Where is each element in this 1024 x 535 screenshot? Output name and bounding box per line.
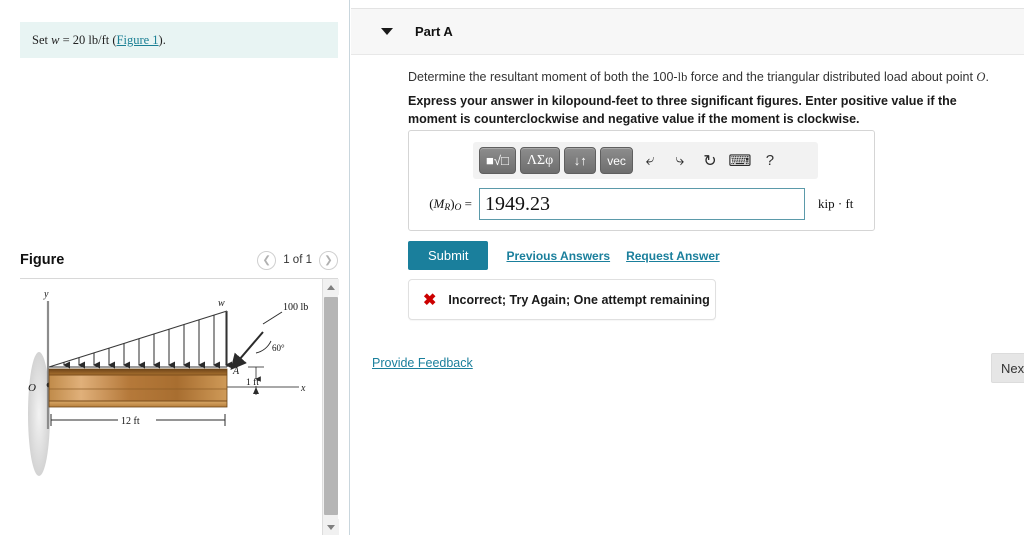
beam-diagram-svg: y x O w 100 lb 60° A 1 ft 12 ft	[28, 289, 308, 476]
math-template-button[interactable]: ■√□	[479, 147, 516, 174]
figure-header: Figure ❮ 1 of 1 ❯	[20, 246, 338, 274]
math-toolbar: ■√□ ΛΣφ ↓↑ vec ⤶ ⤷ ↻ ⌨ ?	[473, 142, 818, 179]
height-dimension-label: 1 ft	[246, 377, 259, 388]
arrows-button[interactable]: ↓↑	[564, 147, 597, 174]
figure-scrollbar[interactable]	[322, 279, 339, 535]
force-magnitude-label: 100 lb	[283, 302, 308, 313]
chevron-left-icon[interactable]: ❮	[257, 250, 277, 270]
intro-paren-open: (	[109, 32, 117, 47]
scroll-up-arrow-icon[interactable]	[323, 279, 339, 295]
answer-input[interactable]	[479, 188, 805, 220]
feedback-message: Incorrect; Try Again; One attempt remain…	[448, 292, 710, 307]
left-panel: Set w = 20 lb/ft (Figure 1). Figure ❮ 1 …	[0, 0, 350, 535]
answer-entry-box: ■√□ ΛΣφ ↓↑ vec ⤶ ⤷ ↻ ⌨ ? (MR)O = kip · f…	[408, 130, 875, 231]
figure-frame: y x O w 100 lb 60° A 1 ft 12 ft	[20, 278, 339, 535]
answer-label-m: M	[433, 195, 445, 211]
caret-down-icon[interactable]	[381, 28, 393, 35]
answer-units-label: kip · ft	[818, 196, 854, 211]
answer-label-sub-r: R	[444, 202, 451, 213]
x-mark-icon: ✖	[423, 291, 437, 309]
answer-variable-label: (MR)O =	[429, 195, 472, 213]
load-w-label: w	[218, 298, 225, 309]
previous-answers-link[interactable]: Previous Answers	[506, 249, 610, 263]
intro-equals: = 20	[59, 32, 89, 47]
figure-1-link[interactable]: Figure 1	[117, 33, 159, 47]
scroll-down-arrow-icon[interactable]	[323, 519, 339, 535]
figure-diagram-canvas: y x O w 100 lb 60° A 1 ft 12 ft	[20, 279, 320, 535]
angle-label: 60°	[272, 343, 285, 353]
reset-circular-arrow-icon[interactable]: ↻	[697, 147, 723, 174]
feedback-banner: ✖ Incorrect; Try Again; One attempt rema…	[408, 279, 716, 320]
question-text-a: Determine the resultant moment of both t…	[408, 70, 678, 84]
chevron-right-icon[interactable]: ❯	[319, 250, 338, 270]
intro-prefix: Set	[32, 32, 52, 47]
question-text-b: force and the triangular distributed loa…	[687, 70, 977, 84]
question-instructions: Express your answer in kilopound-feet to…	[408, 94, 957, 127]
axis-x-label: x	[300, 383, 306, 394]
undo-arrow-icon[interactable]: ⤶	[637, 147, 663, 174]
answer-row: (MR)O = kip · ft	[409, 183, 876, 225]
request-answer-link[interactable]: Request Answer	[626, 249, 720, 263]
problem-page: Set w = 20 lb/ft (Figure 1). Figure ❮ 1 …	[0, 0, 1024, 535]
answer-label-sub-o: O	[454, 202, 462, 213]
intro-units: lb/ft	[88, 32, 110, 47]
intro-paren-close: ).	[158, 32, 166, 47]
help-icon[interactable]: ?	[757, 147, 783, 174]
keyboard-icon[interactable]: ⌨	[727, 147, 753, 174]
figure-panel-title: Figure	[20, 252, 65, 268]
right-panel: Part A Determine the resultant moment of…	[351, 0, 1024, 535]
point-a-label: A	[232, 366, 240, 377]
figure-counter: 1 of 1	[283, 254, 312, 266]
figure-navigation: ❮ 1 of 1 ❯	[257, 250, 338, 270]
greek-letters-button[interactable]: ΛΣφ	[519, 147, 561, 174]
submit-row: Submit Previous Answers Request Answer	[408, 241, 720, 270]
part-a-header[interactable]: Part A	[351, 8, 1024, 55]
vector-button[interactable]: vec	[600, 147, 633, 174]
axis-y-label: y	[43, 289, 49, 300]
next-button[interactable]: Next	[991, 353, 1024, 383]
submit-button[interactable]: Submit	[408, 241, 489, 270]
problem-intro-text: Set w = 20 lb/ft (Figure 1).	[32, 33, 166, 48]
provide-feedback-link[interactable]: Provide Feedback	[372, 356, 473, 370]
length-dimension-label: 12 ft	[121, 416, 140, 427]
question-period: .	[985, 70, 989, 84]
scrollbar-thumb[interactable]	[324, 297, 338, 515]
question-statement: Determine the resultant moment of both t…	[408, 68, 998, 86]
part-a-label: Part A	[415, 24, 453, 39]
question-unit-lb: lb	[677, 70, 688, 84]
problem-intro-box: Set w = 20 lb/ft (Figure 1).	[20, 22, 338, 58]
origin-label: O	[28, 382, 36, 394]
redo-arrow-icon[interactable]: ⤷	[667, 147, 693, 174]
